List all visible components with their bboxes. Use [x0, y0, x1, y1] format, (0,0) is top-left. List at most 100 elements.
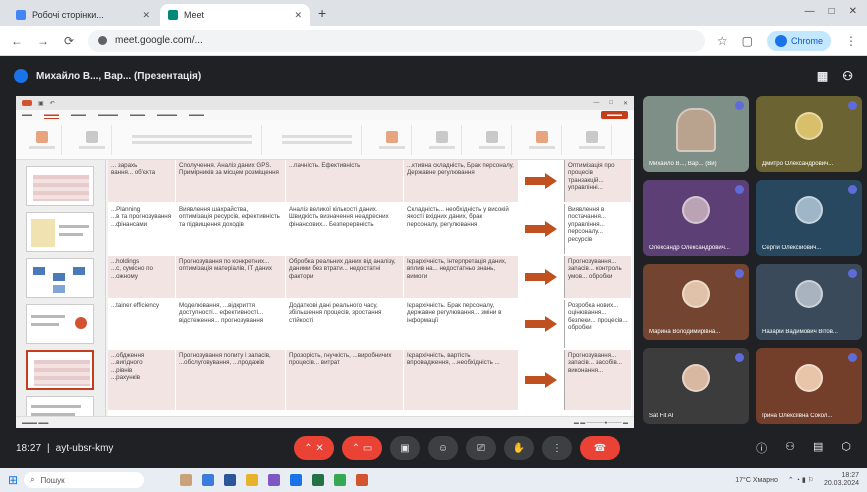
arrow-cell — [519, 160, 564, 202]
browser-tab-1[interactable]: Робочі сторінки... ✕ — [8, 4, 158, 26]
save-icon[interactable]: ▣ — [38, 100, 44, 107]
close-icon[interactable]: ✕ — [142, 10, 150, 21]
slide-thumbnail[interactable] — [26, 258, 94, 298]
powerpoint-icon[interactable] — [356, 474, 369, 486]
star-icon[interactable]: ☆ — [717, 34, 728, 48]
ribbon-group[interactable] — [572, 124, 612, 155]
slide-table-cell: Моделювання, ...відкриття доступності...… — [176, 300, 286, 348]
slide-table-cell: Оптимізація про процесів транзакцій... у… — [564, 160, 632, 202]
close-icon[interactable]: ✕ — [294, 10, 302, 21]
undo-icon[interactable]: ↶ — [50, 100, 55, 107]
zoom-control[interactable]: ▬ ▬ ─────●──── ▬ — [574, 420, 628, 426]
slide-thumbnail-selected[interactable] — [26, 350, 94, 390]
share-button[interactable]: ▬▬▬ — [601, 111, 628, 119]
pp-maximize-icon[interactable]: □ — [609, 100, 613, 107]
store-icon[interactable] — [290, 474, 303, 486]
ribbon-tab-active[interactable]: ▬▬▬ — [44, 112, 59, 119]
meeting-time: 18:27 — [16, 442, 42, 454]
participant-tile[interactable]: Михайло В..., Вар... (Ви) — [643, 96, 749, 172]
slide-thumbnail[interactable] — [26, 212, 94, 252]
weather-widget-icon[interactable] — [180, 474, 193, 486]
ribbon-tabs: ▬▬ ▬▬▬ ▬▬▬ ▬▬▬▬ ▬▬▬ ▬▬▬▬ ▬▬▬ ▬▬▬ — [16, 110, 634, 120]
captions-button[interactable]: ▣ — [390, 436, 420, 460]
layout-icon[interactable]: ▦ — [817, 69, 828, 83]
chrome-icon[interactable] — [334, 474, 347, 486]
participant-tile[interactable]: Сергій Олексійович... — [756, 180, 862, 256]
people-icon[interactable]: ⚇ — [842, 69, 853, 83]
font-group[interactable] — [122, 124, 262, 155]
raise-hand-button[interactable]: ✋ — [504, 436, 534, 460]
new-tab-button[interactable]: + — [318, 5, 326, 21]
more-options-button[interactable]: ⋮ — [542, 436, 572, 460]
url-text: meet.google.com/... — [115, 35, 203, 46]
ribbon-tab[interactable]: ▬▬▬ — [71, 112, 86, 118]
tab-title: Meet — [184, 10, 205, 20]
reload-icon[interactable]: ⟳ — [62, 34, 76, 48]
info-icon[interactable]: ⓘ — [756, 440, 767, 456]
maximize-icon[interactable]: □ — [829, 6, 835, 17]
extensions-icon[interactable]: ▢ — [742, 34, 753, 48]
slide-thumbnail[interactable] — [26, 166, 94, 206]
activities-icon[interactable]: ⬡ — [841, 440, 851, 456]
ribbon-tab[interactable]: ▬▬▬▬ — [157, 112, 177, 118]
ribbon-tab[interactable]: ▬▬▬ — [130, 112, 145, 118]
ribbon-group[interactable] — [472, 124, 512, 155]
participant-tile[interactable]: Дмитро Олександрович... — [756, 96, 862, 172]
ribbon-group[interactable] — [422, 124, 462, 155]
task-view-icon[interactable] — [202, 474, 215, 486]
emoji-button[interactable]: ☺ — [428, 436, 458, 460]
clock[interactable]: 18:27 20.03.2024 — [824, 472, 859, 488]
forward-icon[interactable]: → — [36, 34, 50, 48]
url-input[interactable]: meet.google.com/... — [88, 29, 705, 52]
excel-icon[interactable] — [312, 474, 325, 486]
ribbon-tab[interactable]: ▬▬ — [22, 112, 32, 118]
chat-icon[interactable]: ▤ — [813, 440, 823, 456]
browser-tab-2[interactable]: Meet ✕ — [160, 4, 310, 26]
tray-icons[interactable]: ⌃ ◔ ▮ ⚐ — [788, 476, 814, 484]
present-button[interactable]: ⎚ — [466, 436, 496, 460]
slide-thumbnail[interactable] — [26, 304, 94, 344]
ribbon-group[interactable] — [372, 124, 412, 155]
participant-tile[interactable]: Sat Fit AI — [643, 348, 749, 424]
weather-text[interactable]: 17°C Хмарно — [735, 477, 778, 484]
site-info-icon[interactable] — [98, 36, 107, 45]
participant-tile[interactable]: Ірина Олексіївна Сокол... — [756, 348, 862, 424]
profile-button[interactable]: Chrome — [766, 30, 831, 51]
ribbon-group[interactable] — [22, 124, 62, 155]
paragraph-group[interactable] — [272, 124, 362, 155]
browser-tab-bar: Робочі сторінки... ✕ Meet ✕ + — □ ✕ — [0, 0, 867, 26]
addins-icon — [585, 130, 598, 143]
ribbon-tab[interactable]: ▬▬▬▬ — [98, 112, 118, 118]
people-panel-icon[interactable]: ⚇ — [785, 440, 795, 456]
windows-start-icon[interactable]: ⊞ — [8, 473, 18, 487]
pp-close-icon[interactable]: ✕ — [623, 100, 628, 107]
pp-window-controls: — □ ✕ — [593, 100, 628, 107]
participant-tile[interactable]: Назарій Вадимович Вітов... — [756, 264, 862, 340]
word-icon[interactable] — [224, 474, 237, 486]
arrow-icon — [525, 269, 557, 285]
slide-table-cell: Складність... необхідність у високій яко… — [404, 204, 519, 254]
ribbon-group[interactable] — [72, 124, 112, 155]
autosave-toggle[interactable] — [22, 100, 32, 106]
leave-call-button[interactable]: ☎ — [580, 436, 620, 460]
menu-icon[interactable]: ⋮ — [845, 34, 857, 48]
file-explorer-icon[interactable] — [246, 474, 259, 486]
mic-off-button[interactable]: ⌃ ✕ — [294, 436, 334, 460]
window-controls: — □ ✕ — [805, 6, 857, 17]
app-icon[interactable] — [268, 474, 281, 486]
slide-table-cell: Сполучення. Аналіз даних GPS. Примірникі… — [176, 160, 286, 202]
participant-avatar — [795, 280, 823, 308]
slide-canvas[interactable]: ... зарахь вання... об'єкта Сполучення. А… — [108, 160, 632, 416]
close-window-icon[interactable]: ✕ — [849, 6, 857, 17]
minimize-icon[interactable]: — — [805, 6, 815, 17]
participant-tile[interactable]: Олександр Олександрович... — [643, 180, 749, 256]
back-icon[interactable]: ← — [10, 34, 24, 48]
ribbon-group[interactable] — [522, 124, 562, 155]
ribbon-tab[interactable]: ▬▬▬ — [189, 112, 204, 118]
camera-off-button[interactable]: ⌃ ▭ — [342, 436, 382, 460]
taskbar-search[interactable]: ⌕ Пошук — [24, 472, 145, 488]
mic-off-icon: ⌃ ✕ — [304, 442, 324, 454]
participant-tile[interactable]: Марина Володимирівна... — [643, 264, 749, 340]
pp-minimize-icon[interactable]: — — [593, 100, 599, 107]
participant-avatar — [795, 364, 823, 392]
